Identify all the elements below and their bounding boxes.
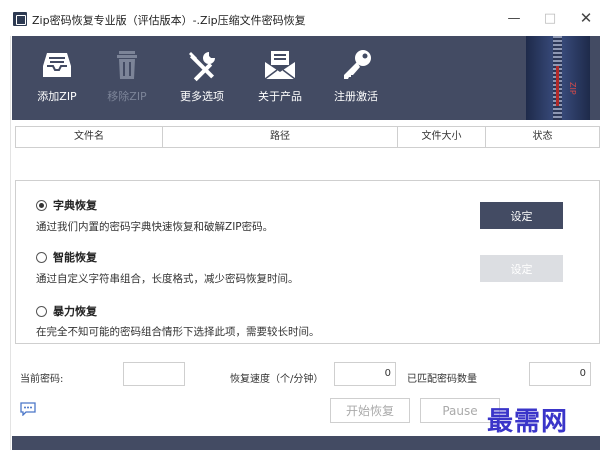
close-button[interactable]: ✕ [577,10,595,26]
minimize-button[interactable]: — [505,10,523,26]
app-logo-icon [13,12,27,26]
inbox-tray-icon [43,53,71,77]
dictionary-title: 字典恢复 [53,199,97,212]
matched-count-label: 已匹配密码数量 [407,374,477,385]
window-title: Zip密码恢复专业版（评估版本）-.Zip压缩文件密码恢复 [32,14,306,27]
zip-art-text: ZIP [568,82,577,95]
recovery-options-panel: 字典恢复 通过我们内置的密码字典快速恢复和破解ZIP密码。 设定 智能恢复 通过… [15,180,600,344]
brute-force-recovery-option[interactable]: 暴力恢复 [36,303,97,319]
recovery-speed-field: 0 [334,362,396,386]
brute-force-description: 在完全不知可能的密码组合情形下选择此项，需要较长时间。 [36,326,320,338]
smart-title: 智能恢复 [53,251,97,264]
column-status[interactable]: 状态 [486,127,599,147]
dictionary-recovery-option[interactable]: 字典恢复 [36,197,97,213]
recovery-speed-label: 恢复速度（个/分钟） [230,374,324,385]
start-recovery-button[interactable]: 开始恢复 [330,398,410,423]
current-password-label: 当前密码: [20,374,64,385]
register-activate-button[interactable]: 注册激活 [328,36,384,120]
tools-icon [189,52,215,82]
more-options-label: 更多选项 [180,90,224,103]
current-password-field [123,362,185,386]
dictionary-radio[interactable] [36,199,47,211]
title-bar: Zip密码恢复专业版（评估版本）-.Zip压缩文件密码恢复 — □ ✕ [0,0,600,36]
key-icon [344,50,371,79]
add-zip-button[interactable]: 添加ZIP [32,36,82,120]
smart-recovery-option[interactable]: 智能恢复 [36,249,97,265]
zipper-pull-graphic [556,66,559,106]
zip-product-artwork: ZIP [526,36,590,120]
remove-zip-button[interactable]: 移除ZIP [102,36,152,120]
maximize-button[interactable]: □ [541,10,559,26]
trash-icon [117,51,137,79]
window-left-edge [10,36,11,450]
about-product-button[interactable]: 关于产品 [252,36,308,120]
more-options-button[interactable]: 更多选项 [174,36,230,120]
column-path[interactable]: 路径 [163,127,398,147]
matched-count-field: 0 [529,362,591,386]
smart-radio[interactable] [36,251,47,263]
dictionary-description: 通过我们内置的密码字典快速恢复和破解ZIP密码。 [36,221,274,233]
brute-force-title: 暴力恢复 [53,305,97,318]
column-filename[interactable]: 文件名 [16,127,163,147]
envelope-icon [264,51,296,80]
column-file-size[interactable]: 文件大小 [398,127,486,147]
remove-zip-label: 移除ZIP [107,90,147,103]
file-table-header: 文件名 路径 文件大小 状态 [15,126,600,148]
brute-force-radio[interactable] [36,305,47,317]
footer-bar [12,436,600,450]
smart-settings-button[interactable]: 设定 [480,255,563,282]
register-activate-label: 注册激活 [334,90,378,103]
add-zip-label: 添加ZIP [37,90,77,103]
toolbar: 添加ZIP 移除ZIP 更多选项 关于产品 注册激活 ZIP [12,36,600,120]
smart-description: 通过自定义字符串组合，长度格式，减少密码恢复时间。 [36,273,299,285]
site-watermark: 最需网 [487,407,569,437]
about-product-label: 关于产品 [258,90,302,103]
chat-bubble-icon[interactable] [20,402,36,419]
dictionary-settings-button[interactable]: 设定 [480,202,563,229]
